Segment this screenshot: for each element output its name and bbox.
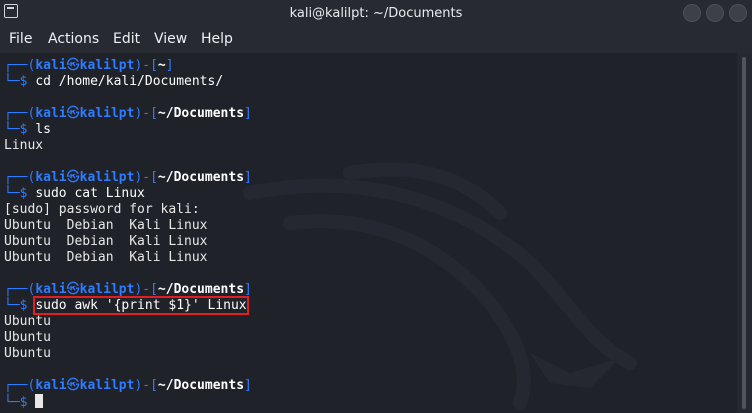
window-title: kali@kalilpt: ~/Documents <box>289 6 463 21</box>
output-line: [sudo] password for kali: <box>4 202 200 217</box>
command-line: └─$ ls <box>4 122 51 137</box>
prompt-separator: ㉿ <box>66 106 80 121</box>
terminal-window: kali@kalilpt: ~/Documents File Actions E… <box>0 0 752 413</box>
prompt-user: kali <box>35 282 67 297</box>
prompt-user: kali <box>35 58 67 73</box>
prompt-path: ~/Documents <box>157 106 245 121</box>
prompt-dollar: $ <box>19 298 28 313</box>
prompt-line: ┌──(kali㉿kalilpt)-[~/Documents] <box>4 378 252 393</box>
prompt-user: kali <box>35 106 67 121</box>
prompt-path: ~ <box>157 58 166 73</box>
command-line: └─$ sudo awk '{print $1}' Linux <box>4 296 249 315</box>
minimize-button[interactable] <box>683 4 701 22</box>
prompt-user: kali <box>35 170 67 185</box>
prompt-line: ┌──(kali㉿kalilpt)-[~/Documents] <box>4 106 252 121</box>
prompt-line: ┌──(kali㉿kalilpt)-[~/Documents] <box>4 170 252 185</box>
output-line: Ubuntu Debian Kali Linux <box>4 234 208 249</box>
prompt-host: kalilpt <box>79 106 135 121</box>
prompt-user: kali <box>35 378 67 393</box>
title-bar: kali@kalilpt: ~/Documents <box>0 0 752 26</box>
output-line: Linux <box>4 138 44 153</box>
vertical-scrollbar[interactable] <box>737 53 752 413</box>
terminal-output[interactable]: ┌──(kali㉿kalilpt)-[~] └─$ cd /home/kali/… <box>0 53 737 413</box>
prompt-dollar: $ <box>19 395 28 410</box>
command-text: cd /home/kali/Documents/ <box>35 74 224 89</box>
text-cursor <box>35 394 44 408</box>
prompt-line: ┌──(kali㉿kalilpt)-[~/Documents] <box>4 282 252 297</box>
prompt-path: ~/Documents <box>157 378 245 393</box>
command-line: └─$ cd /home/kali/Documents/ <box>4 74 224 89</box>
command-line: └─$ <box>4 394 44 410</box>
prompt-line: ┌──(kali㉿kalilpt)-[~] <box>4 58 174 73</box>
menu-file[interactable]: File <box>9 31 32 47</box>
output-line: Ubuntu <box>4 330 51 345</box>
prompt-dollar: $ <box>19 122 28 137</box>
command-text: ls <box>35 122 51 137</box>
output-line: Ubuntu Debian Kali Linux <box>4 218 208 233</box>
command-line: └─$ sudo cat Linux <box>4 186 145 201</box>
menu-help[interactable]: Help <box>201 31 233 47</box>
prompt-host: kalilpt <box>79 58 135 73</box>
close-button[interactable] <box>729 4 747 22</box>
prompt-separator: ㉿ <box>66 282 80 297</box>
menu-view[interactable]: View <box>154 31 187 47</box>
menu-actions[interactable]: Actions <box>48 31 99 47</box>
prompt-separator: ㉿ <box>66 378 80 393</box>
kali-dragon-watermark <box>243 162 637 410</box>
scroll-thumb[interactable] <box>742 57 746 409</box>
prompt-path: ~/Documents <box>157 282 245 297</box>
command-text: sudo cat Linux <box>35 186 145 201</box>
highlighted-awk-command: sudo awk '{print $1}' Linux <box>33 296 249 315</box>
menu-edit[interactable]: Edit <box>113 31 140 47</box>
output-line: Ubuntu <box>4 314 51 329</box>
prompt-dollar: $ <box>19 74 28 89</box>
prompt-host: kalilpt <box>79 170 135 185</box>
prompt-separator: ㉿ <box>66 58 80 73</box>
prompt-host: kalilpt <box>79 378 135 393</box>
output-line: Ubuntu <box>4 346 51 361</box>
menu-bar: File Actions Edit View Help <box>0 26 752 53</box>
maximize-button[interactable] <box>706 4 724 22</box>
output-line: Ubuntu Debian Kali Linux <box>4 250 208 265</box>
prompt-dollar: $ <box>19 186 28 201</box>
prompt-path: ~/Documents <box>157 170 245 185</box>
prompt-host: kalilpt <box>79 282 135 297</box>
prompt-separator: ㉿ <box>66 170 80 185</box>
